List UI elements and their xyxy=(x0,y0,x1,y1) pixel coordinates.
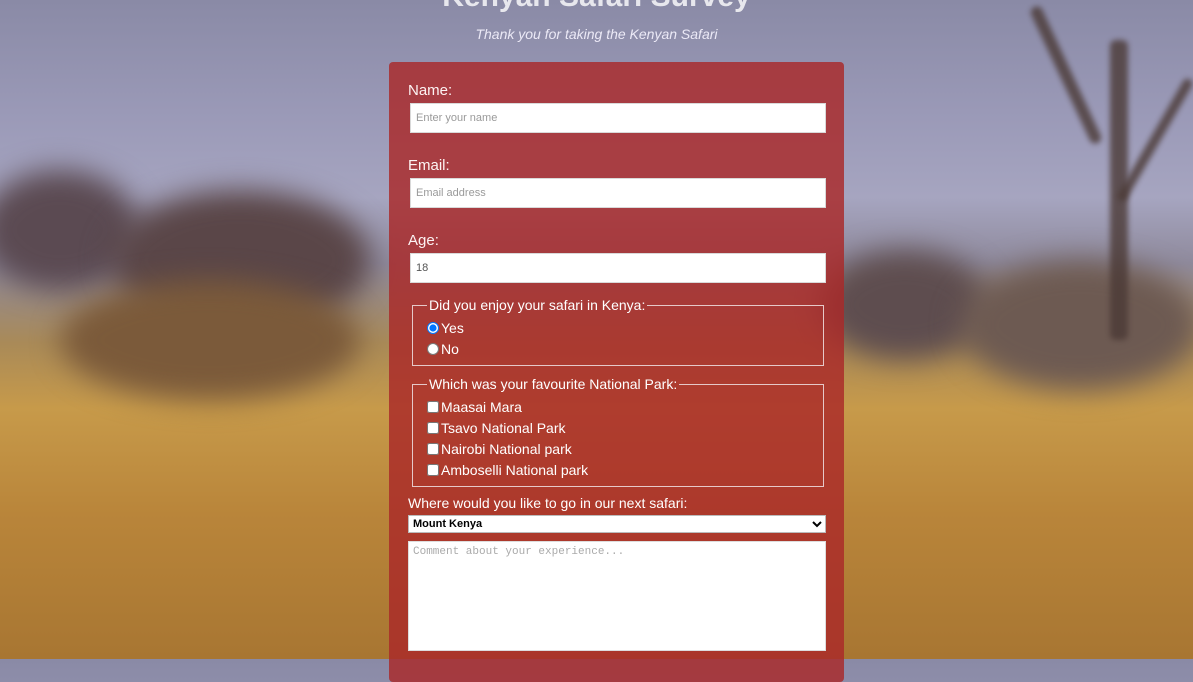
enjoy-no-radio[interactable] xyxy=(427,342,439,355)
next-safari-label: Where would you like to go in our next s… xyxy=(408,495,688,511)
park-checkbox[interactable] xyxy=(427,442,439,455)
parks-legend: Which was your favourite National Park: xyxy=(429,376,678,392)
park-option-tsavo[interactable]: Tsavo National Park xyxy=(427,417,809,438)
enjoy-yes-label: Yes xyxy=(441,319,464,336)
parks-fieldset: Which was your favourite National Park: … xyxy=(412,376,824,487)
park-label: Amboselli National park xyxy=(441,461,589,478)
enjoy-option-no[interactable]: No xyxy=(427,338,809,359)
comment-textarea[interactable] xyxy=(408,541,826,651)
name-input[interactable] xyxy=(410,103,826,133)
enjoy-no-label: No xyxy=(441,340,459,357)
park-checkbox[interactable] xyxy=(427,463,439,476)
page-title: Kenyan Safari Survey xyxy=(0,0,1193,14)
park-checkbox[interactable] xyxy=(427,421,439,434)
park-option-nairobi[interactable]: Nairobi National park xyxy=(427,438,809,459)
park-option-amboselli[interactable]: Amboselli National park xyxy=(427,459,809,480)
park-label: Nairobi National park xyxy=(441,440,572,457)
name-label: Name: xyxy=(408,82,453,99)
park-checkbox[interactable] xyxy=(427,400,439,413)
park-option-maasai-mara[interactable]: Maasai Mara xyxy=(427,396,809,417)
page-subtitle: Thank you for taking the Kenyan Safari xyxy=(475,26,718,42)
age-label: Age: xyxy=(408,232,439,249)
next-safari-select[interactable]: Mount Kenya xyxy=(408,515,826,533)
enjoy-option-yes[interactable]: Yes xyxy=(427,317,809,338)
enjoy-yes-radio[interactable] xyxy=(427,321,439,334)
survey-form: Name: Email: Age: Did you enjoy your saf… xyxy=(389,62,844,682)
enjoy-legend: Did you enjoy your safari in Kenya: xyxy=(429,297,646,313)
age-input[interactable] xyxy=(410,253,826,283)
park-label: Maasai Mara xyxy=(441,398,522,415)
email-label: Email: xyxy=(408,157,450,174)
park-label: Tsavo National Park xyxy=(441,419,566,436)
email-input[interactable] xyxy=(410,178,826,208)
enjoy-fieldset: Did you enjoy your safari in Kenya: Yes … xyxy=(412,297,824,366)
